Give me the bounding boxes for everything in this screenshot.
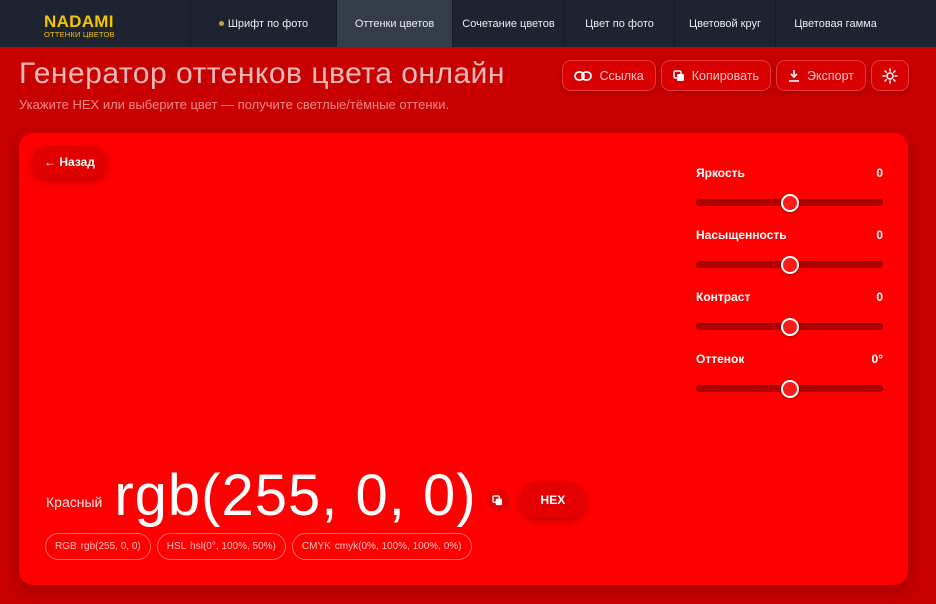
- slider-thumb[interactable]: [780, 380, 799, 398]
- theme-toggle-button[interactable]: [871, 60, 909, 91]
- chip-rgb[interactable]: RGB rgb(255, 0, 0): [45, 533, 151, 560]
- chip-hsl[interactable]: HSL hsl(0°, 100%, 50%): [156, 533, 286, 560]
- saturation-control: Насыщенность 0: [696, 228, 883, 290]
- chip-value: hsl(0°, 100%, 50%): [190, 541, 276, 552]
- brand-name: NADAMI: [44, 12, 114, 31]
- top-navigation: NADAMI ОТТЕНКИ ЦВЕТОВ Шрифт по фото Отте…: [0, 0, 936, 47]
- color-readout: Красный rgb(255, 0, 0) HEX: [46, 467, 587, 525]
- slider-thumb[interactable]: [780, 194, 799, 212]
- copy-button-label: Копировать: [691, 68, 760, 83]
- brightness-slider[interactable]: [696, 194, 883, 216]
- chip-label: RGB: [55, 541, 77, 552]
- hue-slider[interactable]: [696, 380, 883, 402]
- link-icon: [574, 70, 593, 81]
- adjustment-controls: Яркость 0 Насыщенность 0 Контраст 0 Отте…: [696, 166, 883, 414]
- nav-tab-color-by-photo[interactable]: Цвет по фото: [564, 0, 674, 47]
- hue-value: 0°: [871, 352, 883, 366]
- contrast-slider[interactable]: [696, 318, 883, 340]
- hue-control: Оттенок 0°: [696, 352, 883, 414]
- brightness-control: Яркость 0: [696, 166, 883, 228]
- nav-tab-color-shades[interactable]: Оттенки цветов: [336, 0, 452, 47]
- brand-subtitle: ОТТЕНКИ ЦВЕТОВ: [44, 30, 115, 39]
- nav-tab-color-wheel[interactable]: Цветовой круг: [674, 0, 775, 47]
- nav-tab-label: Сочетание цветов: [462, 17, 555, 30]
- chip-value: cmyk(0%, 100%, 100%, 0%): [334, 541, 462, 552]
- sun-icon: [882, 67, 898, 84]
- contrast-value: 0: [876, 290, 883, 304]
- saturation-value: 0: [876, 228, 883, 242]
- nav-tabs: Шрифт по фото Оттенки цветов Сочетание ц…: [190, 0, 895, 47]
- hue-label: Оттенок: [696, 352, 745, 366]
- link-button-label: Ссылка: [599, 68, 644, 83]
- nav-tab-label: Оттенки цветов: [354, 17, 435, 30]
- color-preview-card: ← Назад Яркость 0 Насыщенность 0 Контрас…: [19, 133, 908, 585]
- nav-tab-color-palette[interactable]: Цветовая гамма: [775, 0, 895, 47]
- nav-tab-label: Шрифт по фото: [227, 17, 309, 30]
- saturation-label: Насыщенность: [696, 228, 787, 242]
- chip-label: CMYK: [301, 541, 331, 552]
- back-button[interactable]: ← Назад: [32, 146, 107, 178]
- nav-tab-label: Цветовой круг: [689, 17, 761, 30]
- nav-tab-font-by-photo[interactable]: Шрифт по фото: [190, 0, 336, 47]
- chip-cmyk[interactable]: CMYK cmyk(0%, 100%, 100%, 0%): [291, 533, 472, 560]
- saturation-slider[interactable]: [696, 256, 883, 278]
- chip-label: HSL: [166, 541, 187, 552]
- contrast-control: Контраст 0: [696, 290, 883, 352]
- color-format-chips: RGB rgb(255, 0, 0) HSL hsl(0°, 100%, 50%…: [45, 533, 472, 560]
- brightness-value: 0: [876, 166, 883, 180]
- export-button[interactable]: Экспорт: [776, 60, 866, 91]
- page-title: Генератор оттенков цвета онлайн: [19, 57, 505, 90]
- chip-value: rgb(255, 0, 0): [80, 541, 141, 552]
- contrast-label: Контраст: [696, 290, 751, 304]
- header-actions: Ссылка Копировать Экспорт: [562, 60, 909, 91]
- nav-tab-color-combination[interactable]: Сочетание цветов: [452, 0, 564, 47]
- copy-color-button[interactable]: [486, 489, 509, 511]
- dot-icon: [218, 21, 224, 26]
- copy-button[interactable]: Копировать: [660, 60, 772, 91]
- export-button-label: Экспорт: [807, 68, 854, 83]
- copy-icon: [492, 494, 503, 506]
- brightness-label: Яркость: [696, 166, 745, 180]
- nav-tab-label: Цвет по фото: [585, 17, 654, 30]
- slider-thumb[interactable]: [780, 256, 799, 274]
- copy-icon: [672, 69, 685, 82]
- color-value[interactable]: rgb(255, 0, 0): [114, 467, 476, 525]
- page-subtitle: Укажите HEX или выберите цвет — получите…: [19, 97, 450, 112]
- brand-logo[interactable]: NADAMI ОТТЕНКИ ЦВЕТОВ: [0, 0, 190, 47]
- format-toggle-button[interactable]: HEX: [519, 482, 587, 518]
- color-name: Красный: [46, 494, 103, 510]
- slider-thumb[interactable]: [780, 318, 799, 336]
- nav-tab-label: Цветовая гамма: [794, 17, 877, 30]
- download-icon: [788, 69, 800, 82]
- link-button[interactable]: Ссылка: [562, 60, 656, 91]
